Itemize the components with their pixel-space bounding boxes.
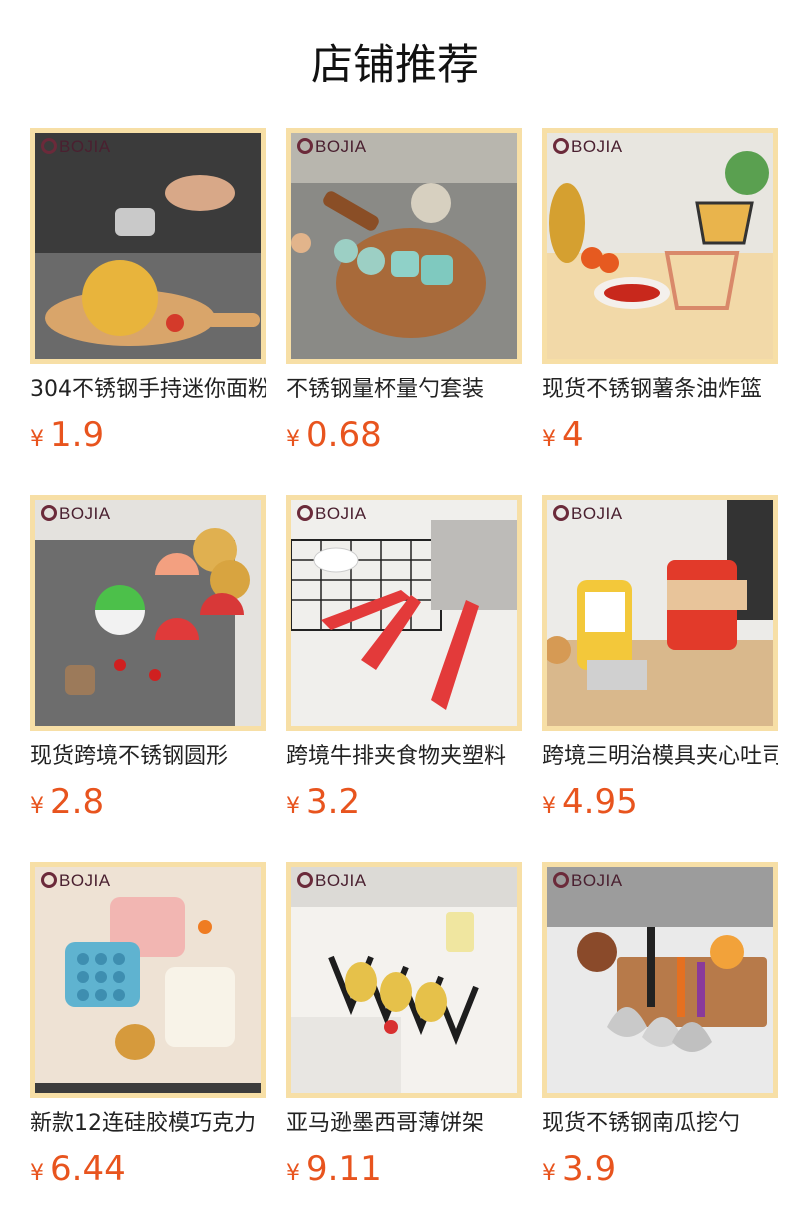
brand-logo-icon — [553, 138, 569, 154]
product-card[interactable]: BOJIA 跨境牛排夹食物夹塑料 ¥3.2 — [286, 495, 522, 825]
product-price: ¥9.11 — [286, 1149, 382, 1189]
product-image[interactable]: BOJIA — [30, 495, 266, 731]
product-name[interactable]: 亚马逊墨西哥薄饼架 — [286, 1108, 522, 1140]
food-tongs-photo — [291, 500, 517, 726]
product-price: ¥4.95 — [542, 782, 638, 822]
brand-logo: BOJIA — [553, 871, 623, 891]
measuring-cups-photo — [291, 133, 517, 359]
product-image[interactable]: BOJIA — [542, 128, 778, 364]
product-image[interactable]: BOJIA — [286, 128, 522, 364]
brand-logo: BOJIA — [297, 871, 367, 891]
product-name[interactable]: 现货不锈钢薯条油炸篮 — [542, 374, 778, 406]
product-image[interactable]: BOJIA — [542, 495, 778, 731]
brand-logo-icon — [297, 872, 313, 888]
brand-logo-icon — [41, 138, 57, 154]
brand-logo-icon — [41, 872, 57, 888]
product-image[interactable]: BOJIA — [30, 128, 266, 364]
product-card[interactable]: BOJIA 304不锈钢手持迷你面粉筛 ¥1.9 — [30, 128, 266, 458]
sandwich-mold-photo — [547, 500, 773, 726]
pumpkin-scoop-photo — [547, 867, 773, 1093]
product-card[interactable]: BOJIA 跨境三明治模具夹心吐司 ¥4.95 — [542, 495, 778, 825]
product-price: ¥1.9 — [30, 415, 105, 455]
product-name[interactable]: 现货不锈钢南瓜挖勺 — [542, 1108, 778, 1140]
product-name[interactable]: 跨境牛排夹食物夹塑料 — [286, 741, 522, 773]
brand-logo-icon — [553, 872, 569, 888]
brand-logo: BOJIA — [41, 137, 111, 157]
product-image[interactable]: BOJIA — [542, 862, 778, 1098]
product-card[interactable]: BOJIA 现货不锈钢南瓜挖勺 ¥3.9 — [542, 862, 778, 1192]
product-card[interactable]: BOJIA 不锈钢量杯量勺套装 ¥0.68 — [286, 128, 522, 458]
page-title: 店铺推荐 — [310, 40, 479, 89]
brand-logo-icon — [297, 505, 313, 521]
brand-logo: BOJIA — [297, 504, 367, 524]
product-name[interactable]: 新款12连硅胶模巧克力 — [30, 1108, 266, 1140]
product-price: ¥3.9 — [542, 1149, 617, 1189]
brand-logo: BOJIA — [41, 504, 111, 524]
pizza-cutter-photo — [35, 500, 261, 726]
product-card[interactable]: BOJIA 现货不锈钢薯条油炸篮 ¥4 — [542, 128, 778, 458]
fry-basket-photo — [547, 133, 773, 359]
silicone-mold-photo — [35, 867, 261, 1093]
product-image[interactable]: BOJIA — [286, 495, 522, 731]
product-name[interactable]: 现货跨境不锈钢圆形 — [30, 741, 266, 773]
product-name[interactable]: 304不锈钢手持迷你面粉筛 — [30, 374, 266, 406]
product-name[interactable]: 跨境三明治模具夹心吐司 — [542, 741, 778, 773]
brand-logo: BOJIA — [41, 871, 111, 891]
brand-logo-icon — [553, 505, 569, 521]
brand-logo: BOJIA — [553, 504, 623, 524]
product-price: ¥4 — [542, 415, 584, 455]
flour-sifter-waffle-photo — [35, 133, 261, 359]
product-card[interactable]: BOJIA 新款12连硅胶模巧克力 ¥6.44 — [30, 862, 266, 1192]
product-card[interactable]: BOJIA 现货跨境不锈钢圆形 ¥2.8 — [30, 495, 266, 825]
product-name[interactable]: 不锈钢量杯量勺套装 — [286, 374, 522, 406]
brand-logo: BOJIA — [297, 137, 367, 157]
taco-holder-photo — [291, 867, 517, 1093]
product-image[interactable]: BOJIA — [286, 862, 522, 1098]
product-price: ¥3.2 — [286, 782, 361, 822]
product-price: ¥0.68 — [286, 415, 382, 455]
product-image[interactable]: BOJIA — [30, 862, 266, 1098]
product-card[interactable]: BOJIA 亚马逊墨西哥薄饼架 ¥9.11 — [286, 862, 522, 1192]
brand-logo: BOJIA — [553, 137, 623, 157]
brand-logo-icon — [41, 505, 57, 521]
product-price: ¥2.8 — [30, 782, 105, 822]
product-price: ¥6.44 — [30, 1149, 126, 1189]
brand-logo-icon — [297, 138, 313, 154]
